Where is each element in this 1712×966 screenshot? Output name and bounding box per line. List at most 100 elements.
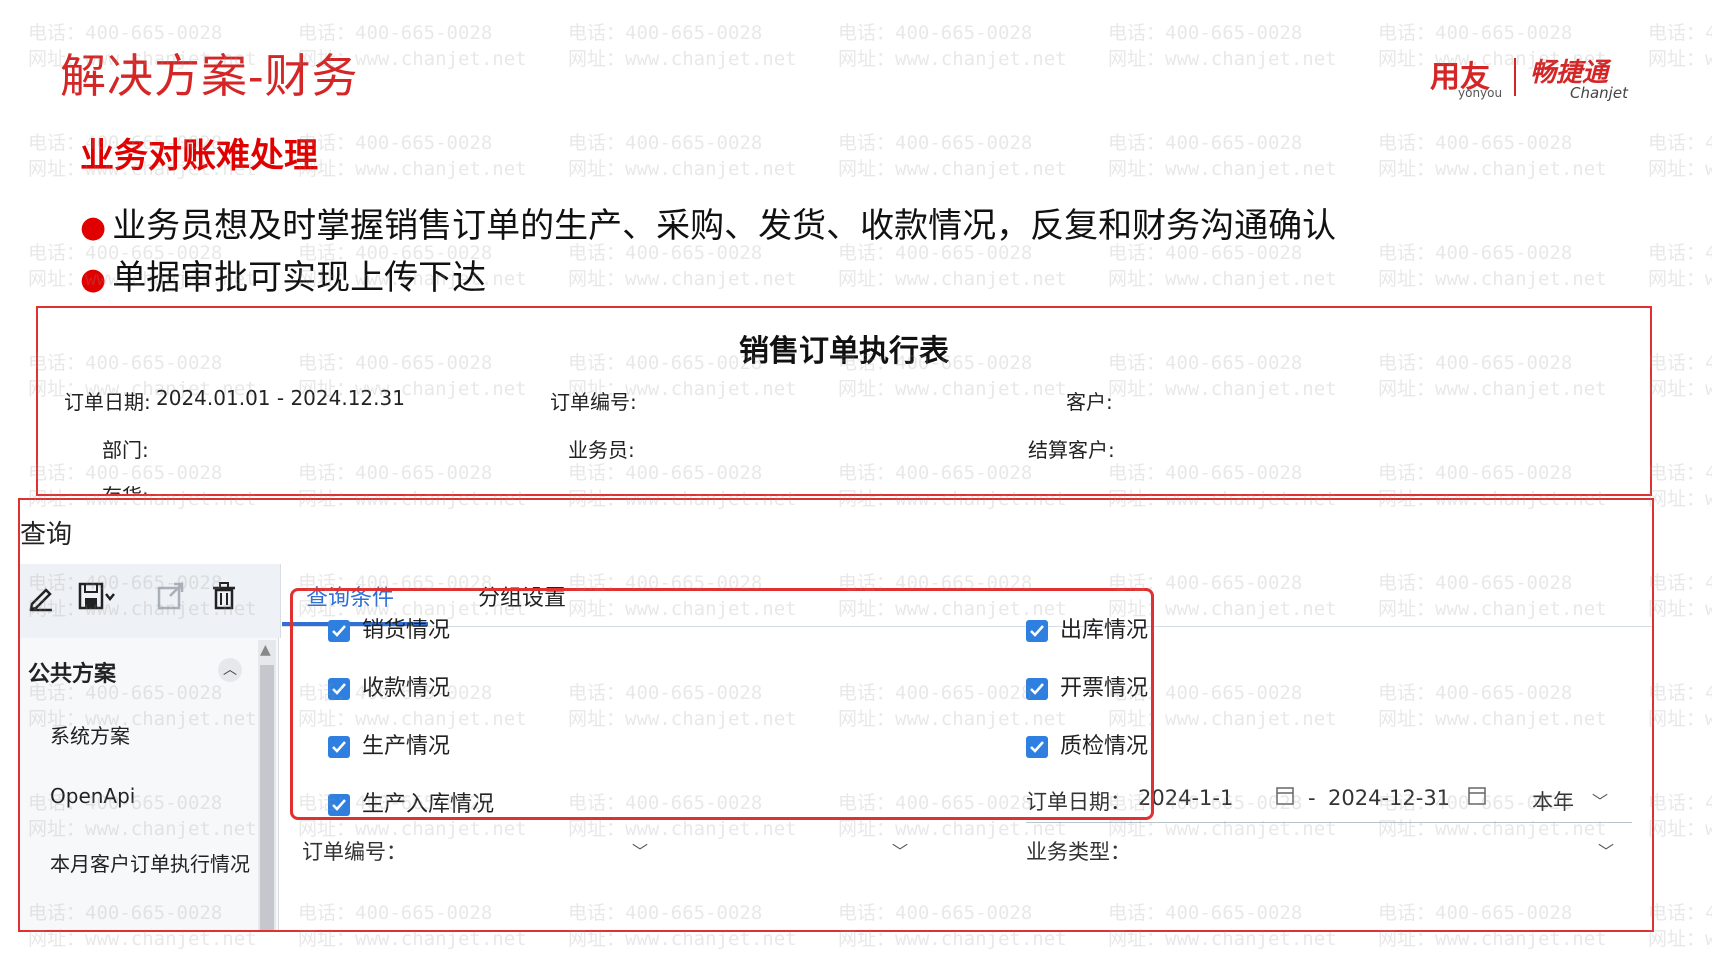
chevron-down-icon[interactable]: ﹀	[892, 838, 908, 862]
scheme-item[interactable]: 系统方案	[50, 720, 130, 749]
field-underline	[1026, 822, 1632, 823]
slide-title: 解决方案-财务	[60, 49, 359, 103]
watermark-site: 网址：www.chanjet.net	[1648, 928, 1712, 950]
settle-customer-label: 结算客户:	[1028, 438, 1115, 462]
watermark-phone: 电话：400-665-0028	[1648, 22, 1712, 44]
watermark-site: 网址：www.chanjet.net	[1108, 158, 1337, 180]
watermark-site: 网址：www.chanjet.net	[568, 48, 797, 70]
scheme-group-header[interactable]: 公共方案	[28, 656, 116, 688]
watermark-site: 网址：www.chanjet.net	[1378, 158, 1607, 180]
watermark-site: 网址：www.chanjet.net	[1648, 818, 1712, 840]
watermark-phone: 电话：400-665-0028	[1648, 902, 1712, 924]
bullet-item: ● 单据审批可实现上传下达	[80, 250, 486, 299]
watermark-phone: 电话：400-665-0028	[1648, 242, 1712, 264]
watermark-site: 网址：www.chanjet.net	[1378, 268, 1607, 290]
order-date-label: 订单日期:	[64, 390, 151, 414]
order-date-end[interactable]: 2024-12-31	[1328, 786, 1450, 810]
watermark-text: 电话：400-665-0028网址：www.chanjet.net	[1108, 20, 1337, 72]
report-title: 销售订单执行表	[739, 334, 949, 369]
bullet-dot-icon: ●	[80, 262, 107, 297]
chevron-down-icon[interactable]: ﹀	[1598, 838, 1614, 862]
dept-label: 部门:	[102, 438, 149, 462]
watermark-site: 网址：www.chanjet.net	[1648, 598, 1712, 620]
scheme-toolbar	[20, 564, 281, 638]
watermark-site: 网址：www.chanjet.net	[1648, 158, 1712, 180]
business-type-field-label: 业务类型：	[1026, 840, 1131, 864]
scrollbar-thumb[interactable]	[260, 665, 274, 930]
edit-icon[interactable]	[26, 580, 66, 620]
sub-heading: 业务对账难处理	[80, 136, 318, 176]
watermark-phone: 电话：400-665-0028	[1648, 462, 1712, 484]
date-separator: -	[1308, 786, 1316, 810]
watermark-text: 电话：400-665-0028 网址：www.chanjet.net	[1648, 460, 1712, 512]
bullet-text: 单据审批可实现上传下达	[112, 258, 487, 298]
watermark-text: 电话：400-665-0028 网址：www.chanjet.net	[1648, 130, 1712, 182]
report-screenshot: 销售订单执行表 订单日期: 2024.01.01 - 2024.12.31 订单…	[36, 306, 1652, 496]
delete-icon[interactable]	[208, 580, 248, 620]
watermark-phone: 电话：400-665-0028	[568, 22, 763, 44]
brand-chanjet-en: Chanjet	[1570, 84, 1628, 102]
highlight-frame	[290, 588, 1154, 820]
watermark-site: 网址：www.chanjet.net	[568, 158, 797, 180]
export-icon[interactable]	[154, 580, 194, 620]
watermark-phone: 电话：400-665-0028	[1378, 22, 1573, 44]
watermark-site: 网址：www.chanjet.net	[838, 48, 1067, 70]
watermark-text: 电话：400-665-0028网址：www.chanjet.net	[298, 130, 527, 182]
watermark-text: 电话：400-665-0028 网址：www.chanjet.net	[1108, 130, 1337, 182]
watermark-text: 电话：400-665-0028网址：www.chanjet.net	[568, 130, 797, 182]
watermark-phone: 电话：400-665-0028	[1648, 132, 1712, 154]
chevron-down-icon[interactable]: ﹀	[1592, 788, 1608, 812]
brand-yonyou-en: yonyou	[1458, 86, 1503, 100]
period-select[interactable]: 本年	[1532, 786, 1574, 816]
watermark-site: 网址：www.chanjet.net	[1648, 708, 1712, 730]
bullet-text: 业务员想及时掌握销售订单的生产、采购、发货、收款情况，反复和财务沟通确认	[112, 206, 1337, 246]
watermark-phone: 电话：400-665-0028	[1648, 792, 1712, 814]
watermark-phone: 电话：400-665-0028	[1108, 132, 1303, 154]
watermark-phone: 电话：400-665-0028	[838, 132, 1033, 154]
watermark-phone: 电话：400-665-0028	[1648, 682, 1712, 704]
watermark-site: 网址：www.chanjet.net	[568, 268, 797, 290]
order-no-label: 订单编号:	[550, 390, 637, 414]
watermark-phone: 电话：400-665-0028	[1648, 352, 1712, 374]
watermark-text: 电话：400-665-0028网址：www.chanjet.net	[838, 130, 1067, 182]
scheme-list: 公共方案 ︿ 系统方案 OpenApi 本月客户订单执行情况	[20, 638, 279, 930]
salesman-label: 业务员:	[568, 438, 635, 462]
calendar-icon[interactable]	[1276, 784, 1294, 810]
scroll-up-icon[interactable]: ▲	[260, 642, 271, 658]
watermark-site: 网址：www.chanjet.net	[838, 268, 1067, 290]
watermark-phone: 电话：400-665-0028	[1378, 242, 1573, 264]
watermark-phone: 电话：400-665-0028	[1108, 22, 1303, 44]
brand-logo: 用友 yonyou 畅捷通 Chanjet	[1430, 52, 1690, 102]
bullet-dot-icon: ●	[80, 210, 107, 245]
watermark-site: 网址：www.chanjet.net	[1108, 268, 1337, 290]
inventory-label: 存货:	[102, 480, 149, 494]
chevron-down-icon[interactable]: ﹀	[632, 838, 648, 862]
watermark-text: 电话：400-665-0028 网址：www.chanjet.net	[1648, 240, 1712, 292]
calendar-icon[interactable]	[1468, 784, 1486, 810]
customer-label: 客户:	[1066, 390, 1113, 414]
watermark-phone: 电话：400-665-0028	[1378, 132, 1573, 154]
chevron-up-icon[interactable]: ︿	[218, 658, 242, 682]
watermark-text: 电话：400-665-0028 网址：www.chanjet.net	[1648, 570, 1712, 622]
order-date-value: 2024.01.01 - 2024.12.31	[156, 386, 405, 410]
watermark-text: 电话：400-665-0028 网址：www.chanjet.net	[568, 20, 797, 72]
watermark-text: 电话：400-665-0028 网址：www.chanjet.net	[1378, 240, 1607, 292]
scheme-item[interactable]: 本月客户订单执行情况	[50, 848, 250, 877]
watermark-phone: 电话：400-665-0028	[1648, 572, 1712, 594]
watermark-text: 电话：400-665-0028 网址：www.chanjet.net	[1378, 130, 1607, 182]
watermark-site: 网址：www.chanjet.net	[1648, 268, 1712, 290]
watermark-text: 电话：400-665-0028网址：www.chanjet.net	[568, 240, 797, 292]
watermark-text: 电话：400-665-0028 网址：www.chanjet.net	[1648, 790, 1712, 842]
scheme-item[interactable]: OpenApi	[50, 784, 135, 808]
watermark-text: 电话：400-665-0028 网址：www.chanjet.net	[1648, 900, 1712, 952]
watermark-text: 电话：400-665-0028网址：www.chanjet.net	[838, 20, 1067, 72]
watermark-text: 电话：400-665-0028 网址：www.chanjet.net	[1648, 350, 1712, 402]
order-no-field-label: 订单编号：	[302, 840, 407, 864]
watermark-site: 网址：www.chanjet.net	[298, 158, 527, 180]
watermark-text: 电话：400-665-0028网址：www.chanjet.net	[838, 240, 1067, 292]
bullet-item: ● 业务员想及时掌握销售订单的生产、采购、发货、收款情况，反复和财务沟通确认	[80, 198, 1336, 247]
save-icon[interactable]	[76, 580, 116, 620]
watermark-site: 网址：www.chanjet.net	[1648, 488, 1712, 510]
watermark-text: 电话：400-665-0028网址：www.chanjet.net	[1108, 240, 1337, 292]
watermark-site: 网址：www.chanjet.net	[1648, 378, 1712, 400]
